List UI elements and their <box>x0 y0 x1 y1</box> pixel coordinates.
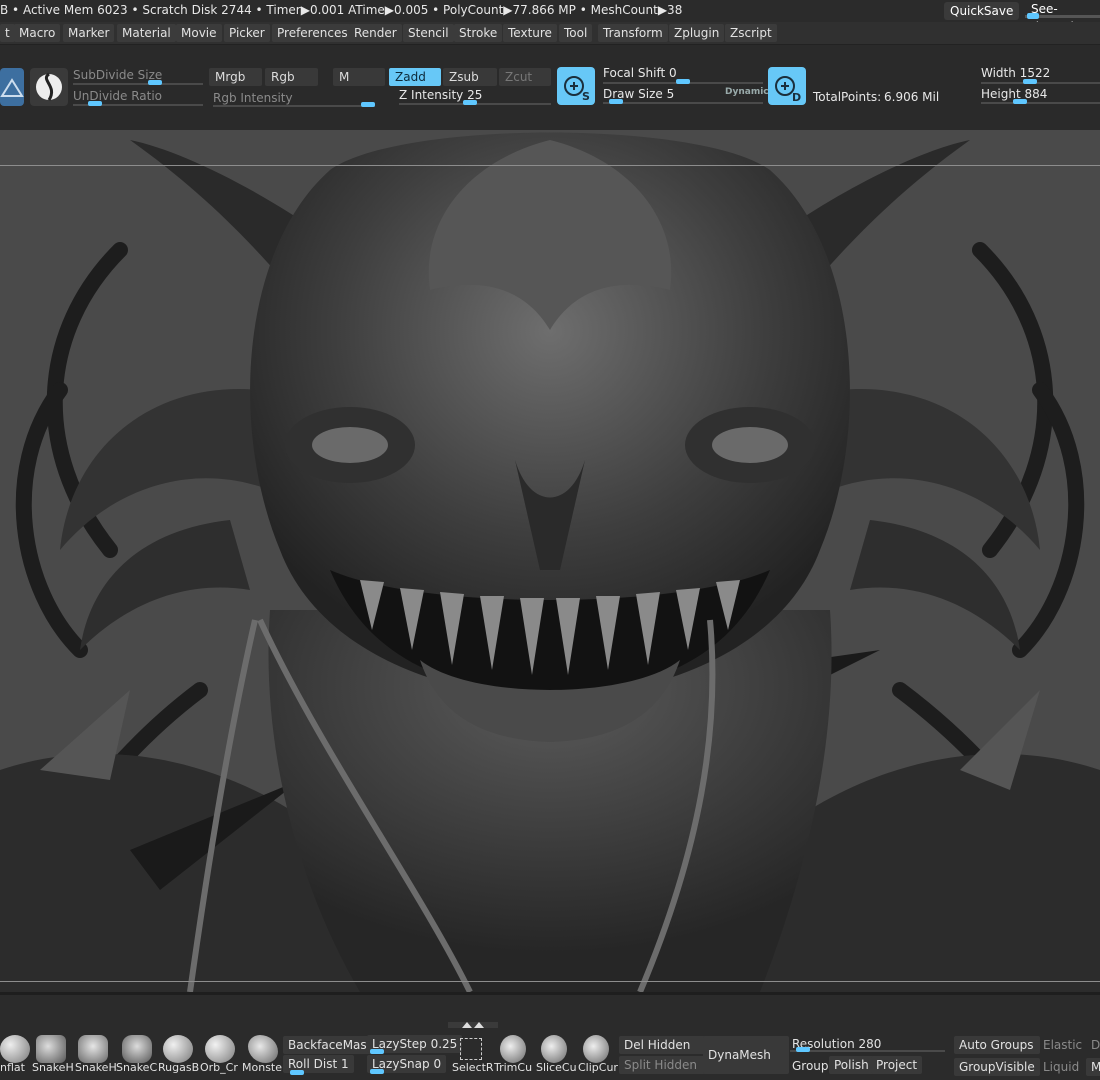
draw-size-slider[interactable] <box>603 102 763 104</box>
slice-curve-icon[interactable] <box>541 1035 567 1063</box>
select-rect-label: SelectR <box>452 1061 494 1074</box>
height-slider[interactable] <box>981 102 1100 104</box>
menu-alpha[interactable]: t <box>0 24 15 42</box>
s-icon[interactable]: S <box>557 67 595 105</box>
mrgb-button[interactable]: Mrgb <box>209 68 262 86</box>
brush-orb-cr-label: Orb_Cr <box>200 1061 238 1074</box>
menu-zscript[interactable]: Zscript <box>725 24 777 42</box>
total-points-value: 6.906 Mil <box>884 90 940 104</box>
project-button[interactable]: Project <box>871 1056 923 1074</box>
menu-zplugin[interactable]: Zplugin <box>669 24 725 42</box>
dynamic-toggle[interactable]: Dynamic <box>725 87 769 97</box>
clip-curve-label: ClipCur <box>578 1061 618 1074</box>
see-through-slider-knob[interactable] <box>1027 13 1039 19</box>
edit-mode-icon[interactable] <box>0 68 24 106</box>
status-info: B • Active Mem 6023 • Scratch Disk 2744 … <box>0 3 683 17</box>
elastic-button[interactable]: Elastic <box>1038 1036 1087 1054</box>
polish-button[interactable]: Polish <box>829 1056 874 1074</box>
brush-nflat-label: nflat <box>0 1061 25 1074</box>
canvas-top-guide <box>0 165 1100 166</box>
draw-size-knob[interactable] <box>609 99 623 104</box>
brush-snakeh-label: SnakeH <box>32 1061 74 1074</box>
auto-groups-button[interactable]: Auto Groups <box>954 1036 1040 1054</box>
rgb-button[interactable]: Rgb <box>265 68 318 86</box>
rgb-intensity-knob[interactable] <box>361 102 375 107</box>
d-badge: D <box>792 91 801 104</box>
undivide-ratio-label: UnDivide Ratio <box>73 89 163 103</box>
del-hidden-button[interactable]: Del Hidden <box>619 1036 705 1054</box>
brush-rugasb-label: RugasB <box>158 1061 200 1074</box>
z-intensity-knob[interactable] <box>463 100 477 105</box>
zcut-button[interactable]: Zcut <box>499 68 551 86</box>
sculptris-icon[interactable] <box>30 68 68 106</box>
m-truncated-button[interactable]: M <box>1086 1058 1100 1076</box>
menu-stroke[interactable]: Stroke <box>454 24 503 42</box>
menu-marker[interactable]: Marker <box>63 24 115 42</box>
d-icon[interactable]: D <box>768 67 806 105</box>
menu-transform[interactable]: Transform <box>598 24 668 42</box>
brush-snakehook2-icon[interactable] <box>78 1035 108 1063</box>
zsub-button[interactable]: Zsub <box>443 68 497 86</box>
canvas-bottom-guide <box>0 981 1100 982</box>
trim-curve-label: TrimCu <box>494 1061 533 1074</box>
menu-tool[interactable]: Tool <box>559 24 593 42</box>
top-shelf <box>0 45 1100 130</box>
brush-monste-label: Monste <box>242 1061 283 1074</box>
d-truncated-button[interactable]: D <box>1086 1036 1100 1054</box>
m-button[interactable]: M <box>333 68 385 86</box>
menu-preferences[interactable]: Preferences <box>272 24 353 42</box>
liquid-button[interactable]: Liquid <box>1038 1058 1084 1076</box>
brush-snakec-label: SnakeC <box>116 1061 158 1074</box>
lazy-snap-knob[interactable] <box>370 1069 384 1074</box>
group-visible-button[interactable]: GroupVisible <box>954 1058 1040 1076</box>
width-slider[interactable] <box>981 82 1100 84</box>
undivide-ratio-knob[interactable] <box>88 101 102 106</box>
focal-shift-label: Focal Shift 0 <box>603 66 677 80</box>
menu-material[interactable]: Material <box>117 24 176 42</box>
brush-snakecactus-icon[interactable] <box>122 1035 152 1063</box>
select-rect-icon[interactable] <box>460 1038 482 1060</box>
subdivide-size-slider[interactable] <box>73 83 203 85</box>
menu-macro[interactable]: Macro <box>14 24 61 42</box>
sculpt-render <box>0 132 1100 992</box>
width-label: Width 1522 <box>981 66 1051 80</box>
lazy-step-knob[interactable] <box>370 1049 384 1054</box>
resolution-knob[interactable] <box>796 1047 810 1052</box>
slice-curve-label: SliceCu <box>536 1061 577 1074</box>
brush-orb-crack-icon[interactable] <box>205 1035 235 1063</box>
document-canvas[interactable] <box>0 130 1100 992</box>
brush-snakeh2-label: SnakeH <box>75 1061 117 1074</box>
menu-picker[interactable]: Picker <box>224 24 270 42</box>
shelf-collapse-arrows-icon[interactable] <box>448 1020 498 1030</box>
rgb-intensity-label: Rgb Intensity <box>213 91 293 105</box>
brush-rugas-icon[interactable] <box>163 1035 193 1063</box>
backface-mask-toggle[interactable]: BackfaceMask <box>283 1036 379 1054</box>
zadd-button[interactable]: Zadd <box>389 68 441 86</box>
s-badge: S <box>582 90 590 103</box>
total-points-label: TotalPoints: <box>813 90 882 104</box>
focal-shift-knob[interactable] <box>676 79 690 84</box>
menu-stencil[interactable]: Stencil <box>403 24 454 42</box>
brush-snakehook-icon[interactable] <box>36 1035 66 1063</box>
split-hidden-button[interactable]: Split Hidden <box>619 1056 705 1074</box>
roll-dist-knob[interactable] <box>290 1070 304 1075</box>
rgb-intensity-slider[interactable] <box>213 105 375 107</box>
menu-texture[interactable]: Texture <box>503 24 557 42</box>
subdivide-size-knob[interactable] <box>148 80 162 85</box>
height-knob[interactable] <box>1013 99 1027 104</box>
menu-movie[interactable]: Movie <box>176 24 222 42</box>
quicksave-button[interactable]: QuickSave <box>944 2 1020 20</box>
resolution-slider[interactable] <box>790 1050 945 1052</box>
width-knob[interactable] <box>1023 79 1037 84</box>
menu-render[interactable]: Render <box>349 24 402 42</box>
brush-nflat-icon[interactable] <box>0 1035 30 1063</box>
dynamesh-button[interactable]: DynaMesh <box>703 1036 789 1074</box>
trim-curve-icon[interactable] <box>500 1035 526 1063</box>
clip-curve-icon[interactable] <box>583 1035 609 1063</box>
